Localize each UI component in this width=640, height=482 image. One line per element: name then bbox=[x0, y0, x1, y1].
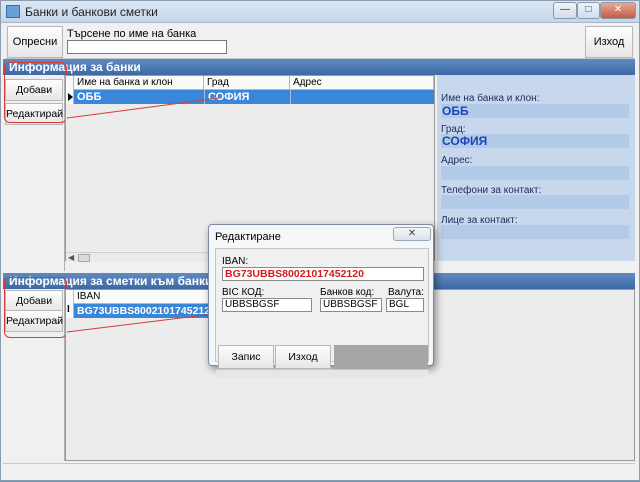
search-input[interactable] bbox=[67, 40, 227, 54]
bank-name-label: Име на банка и клон: bbox=[441, 93, 540, 104]
dialog-body: IBAN: BG73UBBS80021017452120 BIC КОД: UB… bbox=[215, 248, 429, 377]
status-bar bbox=[3, 463, 635, 479]
scroll-left-icon[interactable]: ◀ bbox=[68, 253, 74, 262]
row-indicator bbox=[66, 90, 74, 104]
exit-button[interactable]: Изход bbox=[585, 26, 633, 58]
main-window: Банки и банкови сметки — □ ✕ Опресни Тър… bbox=[0, 0, 640, 481]
dialog-close-button[interactable]: ✕ bbox=[393, 227, 431, 241]
bic-label: BIC КОД: bbox=[222, 287, 265, 298]
dialog-title: Редактиране bbox=[215, 231, 281, 243]
edit-cursor-icon: I bbox=[67, 304, 70, 315]
minimize-button[interactable]: — bbox=[553, 2, 577, 19]
bank-cell-address[interactable] bbox=[290, 90, 434, 104]
search-label: Търсене по име на банка bbox=[67, 28, 197, 40]
dialog-bottom-strip bbox=[216, 369, 428, 377]
scroll-thumb[interactable] bbox=[78, 254, 90, 262]
dialog-exit-button[interactable]: Изход bbox=[275, 345, 331, 369]
current-row-arrow-icon bbox=[68, 93, 73, 101]
bank-details-panel: Име на банка и клон: ОББ Град: СОФИЯ Адр… bbox=[437, 75, 635, 261]
currency-input[interactable]: BGL bbox=[386, 298, 424, 312]
maximize-button[interactable]: □ bbox=[577, 2, 600, 19]
bank-name-value: ОББ bbox=[441, 104, 629, 118]
column-header-iban[interactable]: IBAN bbox=[74, 290, 210, 304]
title-bar: Банки и банкови сметки — □ ✕ bbox=[1, 1, 639, 23]
close-window-button[interactable]: ✕ bbox=[600, 2, 636, 19]
address-value bbox=[441, 166, 629, 180]
app-icon bbox=[6, 5, 20, 18]
annotation-oval-banks bbox=[4, 62, 67, 123]
address-label: Адрес: bbox=[441, 155, 473, 166]
city-value: СОФИЯ bbox=[441, 134, 629, 148]
bank-code-label: Банков код: bbox=[320, 287, 375, 298]
column-header-bank-name[interactable]: Име на банка и клон bbox=[74, 76, 204, 90]
bic-input[interactable]: UBBSBGSF bbox=[222, 298, 312, 312]
phones-value bbox=[441, 195, 629, 209]
column-header-address[interactable]: Адрес bbox=[290, 76, 434, 90]
iban-label: IBAN: bbox=[222, 256, 249, 267]
bank-code-input[interactable]: UBBSBGSF bbox=[320, 298, 382, 312]
iban-input[interactable]: BG73UBBS80021017452120 bbox=[222, 267, 424, 281]
bank-cell-city[interactable]: СОФИЯ bbox=[204, 90, 290, 104]
bank-cell-name[interactable]: ОББ bbox=[74, 90, 204, 104]
edit-dialog: Редактиране ✕ IBAN: BG73UBBS800210174521… bbox=[208, 224, 434, 377]
annotation-oval-accounts bbox=[4, 277, 67, 338]
currency-label: Валута: bbox=[388, 287, 424, 298]
account-row-indicator: I bbox=[66, 304, 74, 318]
account-cell-iban[interactable]: BG73UBBS80021017452120 bbox=[74, 304, 216, 318]
toolbar: Опресни Търсене по име на банка Изход bbox=[5, 25, 635, 59]
dialog-save-button[interactable]: Запис bbox=[218, 345, 274, 369]
window-title: Банки и банкови сметки bbox=[25, 5, 158, 19]
refresh-button[interactable]: Опресни bbox=[7, 26, 63, 58]
banks-section-header: Информация за банки bbox=[3, 59, 635, 75]
contact-person-value bbox=[441, 225, 629, 239]
dialog-grey-area bbox=[334, 345, 428, 369]
column-header-city[interactable]: Град bbox=[204, 76, 290, 90]
